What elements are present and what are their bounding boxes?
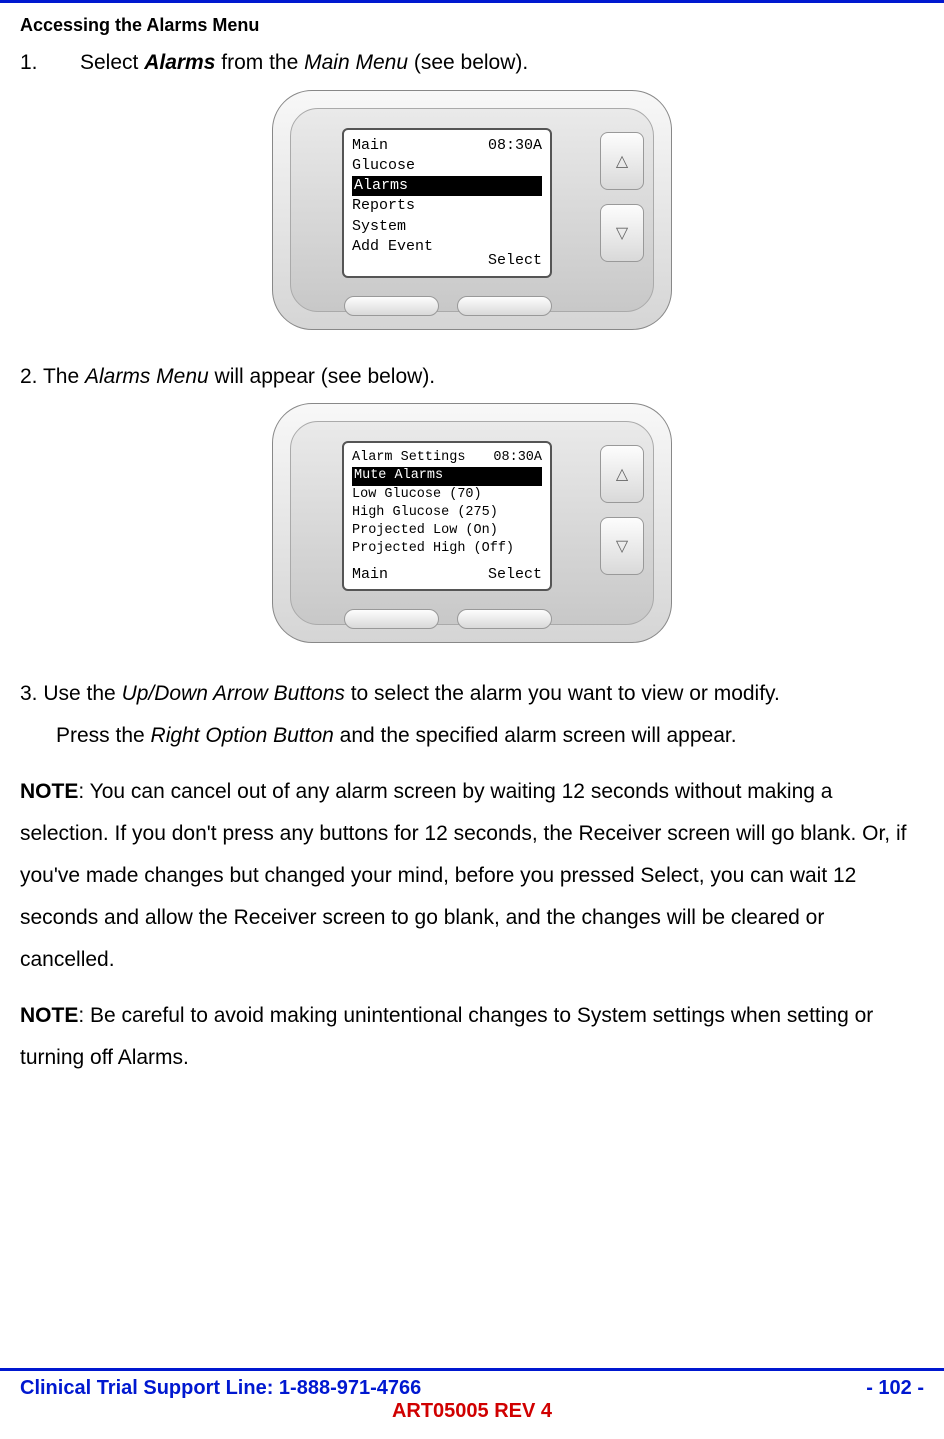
- step-1-text-a: Select: [80, 51, 144, 74]
- step-1-text-c: (see below).: [408, 51, 528, 74]
- step-3-rightoption: Right Option Button: [151, 724, 334, 747]
- lcd2-item-0: Mute Alarms: [352, 467, 542, 485]
- step-1-mainmenu: Main Menu: [304, 51, 408, 74]
- lcd2-time: 08:30A: [493, 449, 542, 467]
- right-option-button[interactable]: [457, 296, 552, 316]
- step-3-text-a: Use the: [38, 682, 122, 705]
- step-1: 1.Select Alarms from the Main Menu (see …: [20, 46, 924, 80]
- lcd2-footer-left: Main: [352, 565, 388, 585]
- page-footer: Clinical Trial Support Line: 1-888-971-4…: [0, 1368, 944, 1423]
- note-2-body: : Be careful to avoid making unintention…: [20, 1004, 873, 1069]
- note-1: NOTE: You can cancel out of any alarm sc…: [20, 771, 924, 981]
- triangle-up-icon: △: [616, 151, 628, 171]
- lcd2-item-3: Projected Low (On): [352, 522, 542, 540]
- lcd-main-menu: Main 08:30A Glucose Alarms Reports Syste…: [342, 128, 552, 278]
- triangle-up-icon: △: [616, 464, 628, 484]
- footer-revision: ART05005 REV 4: [20, 1400, 924, 1423]
- lcd2-item-1: Low Glucose (70): [352, 486, 542, 504]
- step-3-text-c: Press the: [56, 724, 151, 747]
- step-3-text-b: to select the alarm you want to view or …: [345, 682, 780, 705]
- step-3: 3. Use the Up/Down Arrow Buttons to sele…: [20, 673, 924, 757]
- step-3-number: 3.: [20, 682, 38, 705]
- up-arrow-button[interactable]: △: [600, 132, 644, 190]
- step-3-text-d: and the specified alarm screen will appe…: [334, 724, 737, 747]
- step-1-number: 1.: [20, 46, 80, 80]
- triangle-down-icon: ▽: [616, 536, 628, 556]
- note-1-label: NOTE: [20, 780, 78, 803]
- footer-support-line: Clinical Trial Support Line: 1-888-971-4…: [20, 1377, 421, 1400]
- lcd-alarms-menu: Alarm Settings 08:30A Mute Alarms Low Gl…: [342, 441, 552, 591]
- lcd1-item-3: System: [352, 217, 542, 237]
- step-2-text-b: will appear (see below).: [209, 365, 435, 388]
- lcd2-footer-right: Select: [488, 565, 542, 585]
- step-2: 2. The Alarms Menu will appear (see belo…: [20, 360, 924, 394]
- lcd1-item-0: Glucose: [352, 156, 542, 176]
- step-1-alarms: Alarms: [144, 51, 215, 74]
- section-heading: Accessing the Alarms Menu: [20, 15, 924, 36]
- lcd1-time: 08:30A: [488, 136, 542, 156]
- note-2: NOTE: Be careful to avoid making uninten…: [20, 995, 924, 1079]
- right-option-button[interactable]: [457, 609, 552, 629]
- triangle-down-icon: ▽: [616, 223, 628, 243]
- down-arrow-button[interactable]: ▽: [600, 204, 644, 262]
- note-2-label: NOTE: [20, 1004, 78, 1027]
- lcd1-title: Main: [352, 136, 388, 156]
- step-2-alarmsmenu: Alarms Menu: [85, 365, 209, 388]
- lcd1-footer-right: Select: [488, 251, 542, 271]
- footer-page-number: - 102 -: [866, 1377, 924, 1400]
- up-arrow-button[interactable]: △: [600, 445, 644, 503]
- step-3-updown: Up/Down Arrow Buttons: [122, 682, 345, 705]
- step-1-text-b: from the: [215, 51, 304, 74]
- lcd2-title: Alarm Settings: [352, 449, 465, 467]
- lcd1-item-2: Reports: [352, 196, 542, 216]
- lcd2-item-4: Projected High (Off): [352, 540, 542, 558]
- down-arrow-button[interactable]: ▽: [600, 517, 644, 575]
- lcd2-item-2: High Glucose (275): [352, 504, 542, 522]
- left-option-button[interactable]: [344, 609, 439, 629]
- device-illustration-alarms-menu: Alarm Settings 08:30A Mute Alarms Low Gl…: [272, 403, 672, 643]
- step-2-text-a: 2. The: [20, 365, 85, 388]
- device-illustration-main-menu: Main 08:30A Glucose Alarms Reports Syste…: [272, 90, 672, 330]
- note-1-body: : You can cancel out of any alarm screen…: [20, 780, 906, 971]
- lcd1-item-1: Alarms: [352, 176, 542, 196]
- left-option-button[interactable]: [344, 296, 439, 316]
